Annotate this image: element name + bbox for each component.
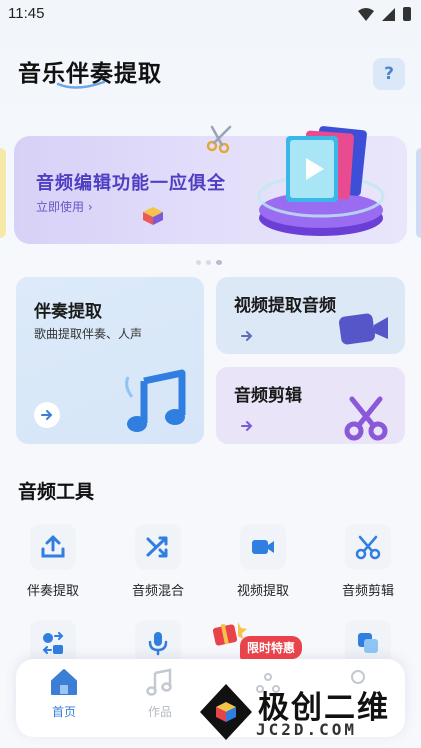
tool-label: 视频提取 xyxy=(236,584,289,599)
music-note-icon xyxy=(146,668,172,696)
banner-peek-next[interactable] xyxy=(416,148,421,238)
promo-banner[interactable]: 音频编辑功能一应俱全 立即使用 › xyxy=(14,125,407,244)
arrow-right-icon xyxy=(241,421,253,431)
status-icons xyxy=(358,7,411,21)
tool-label: 伴奏提取 xyxy=(26,584,79,599)
tool-label: 音频混合 xyxy=(131,584,184,599)
status-bar: 11:45 xyxy=(0,0,421,30)
home-icon xyxy=(51,669,77,695)
banner-title: 音频编辑功能一应俱全 xyxy=(36,173,226,194)
tool-audio-mix[interactable]: 音频混合 xyxy=(113,524,203,599)
arrow-right-button[interactable] xyxy=(234,323,260,349)
tool-label: 音频剪辑 xyxy=(341,584,394,599)
tool-accompaniment-extract[interactable]: 伴奏提取 xyxy=(8,524,98,599)
microphone-icon xyxy=(148,632,168,656)
accompaniment-extract-card[interactable]: 伴奏提取 歌曲提取伴奏、人声 xyxy=(16,277,204,444)
banner-cta-label: 立即使用 xyxy=(36,200,85,214)
watermark-logo xyxy=(200,684,252,740)
banner-peek-previous[interactable] xyxy=(0,148,6,238)
card-title: 音频剪辑 xyxy=(234,386,302,406)
tool-tile xyxy=(30,524,76,570)
card-title: 视频提取音频 xyxy=(234,296,336,316)
status-time: 11:45 xyxy=(8,5,45,22)
scissors-icon xyxy=(344,396,388,441)
battery-icon xyxy=(403,7,411,21)
promo-tag: 限时特惠 xyxy=(240,636,303,659)
scissors-decoration-icon xyxy=(206,125,232,154)
promo-badge[interactable]: 限时特惠 xyxy=(210,618,308,660)
video-extract-audio-card[interactable]: 视频提取音频 xyxy=(216,277,405,354)
tool-video-extract[interactable]: 视频提取 xyxy=(218,524,308,599)
nav-item-works[interactable]: 作品 xyxy=(130,667,190,720)
nav-label: 作品 xyxy=(147,705,172,719)
shuffle-icon xyxy=(146,536,168,558)
nav-label: 首页 xyxy=(51,705,76,719)
video-player-illustration xyxy=(257,126,385,236)
carousel-indicator xyxy=(196,260,222,265)
help-button[interactable]: ? xyxy=(373,58,405,90)
arrow-right-button[interactable] xyxy=(34,402,60,428)
tool-tile xyxy=(345,524,391,570)
carousel-dot[interactable] xyxy=(196,260,201,265)
carousel-dot-active[interactable] xyxy=(216,260,222,265)
wifi-icon xyxy=(358,7,374,21)
cube-decoration-icon xyxy=(143,207,163,225)
audio-edit-card[interactable]: 音频剪辑 xyxy=(216,367,405,444)
video-camera-icon xyxy=(338,313,388,345)
convert-icon xyxy=(42,632,64,654)
tool-audio-cut[interactable]: 音频剪辑 xyxy=(323,524,413,599)
carousel-dot[interactable] xyxy=(206,260,211,265)
copy-icon xyxy=(358,633,378,653)
watermark: 极创二维 JC2D.COM xyxy=(196,678,421,748)
chevron-right-icon: › xyxy=(87,200,93,214)
card-title: 伴奏提取 xyxy=(34,302,102,322)
section-title: 音频工具 xyxy=(18,481,95,503)
arrow-right-icon xyxy=(241,331,253,341)
music-note-icon xyxy=(125,369,186,432)
card-subtitle: 歌曲提取伴奏、人声 xyxy=(34,327,143,341)
nav-item-home[interactable]: 首页 xyxy=(34,667,94,720)
banner-cta-link[interactable]: 立即使用 › xyxy=(36,198,93,215)
upload-icon xyxy=(41,535,65,558)
tool-tile xyxy=(135,524,181,570)
scissors-icon xyxy=(355,535,381,560)
title-swoosh-decoration xyxy=(56,80,106,89)
signal-icon xyxy=(382,7,395,21)
tool-tile xyxy=(240,524,286,570)
watermark-url: JC2D.COM xyxy=(256,720,358,739)
arrow-right-icon xyxy=(41,410,53,420)
video-camera-icon xyxy=(252,540,274,554)
arrow-right-button[interactable] xyxy=(234,413,260,439)
